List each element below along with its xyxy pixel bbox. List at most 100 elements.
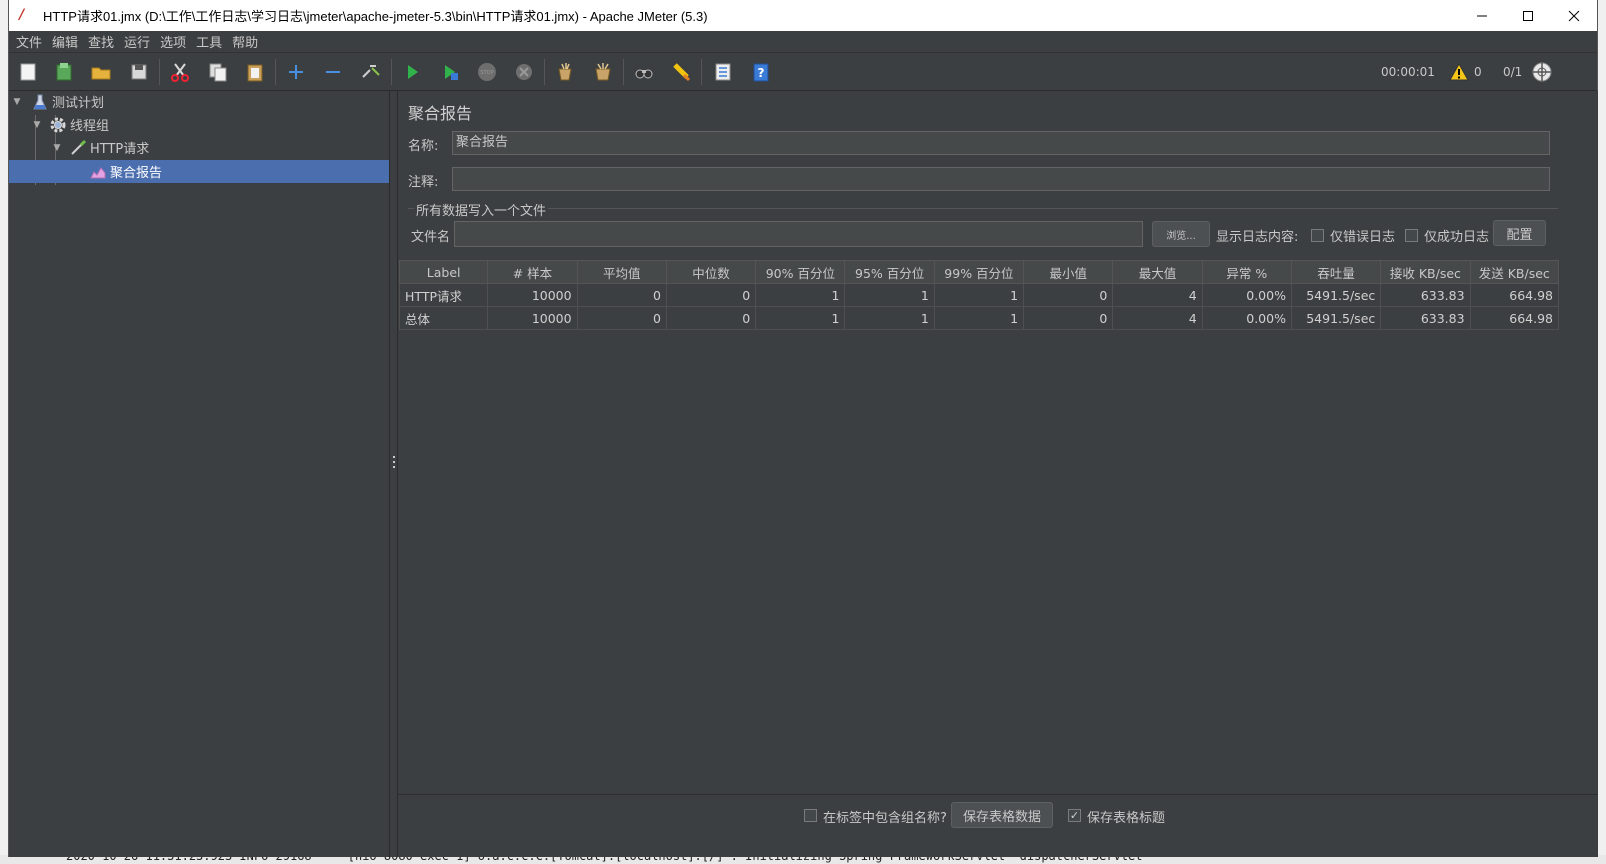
table-header-row: Label # 样本 平均值 中位数 90% 百分位 95% 百分位 99% 百分位 最小值最… (398, 260, 1560, 284)
aggregate-report-panel: 聚合报告 名称: 聚合报告 注释: 所有数据写入一个文件 文件名 浏览... 显… (398, 91, 1598, 857)
name-input[interactable]: 聚合报告 (452, 131, 1550, 155)
open-icon (91, 67, 111, 80)
column-header[interactable]: 90% 百分位 (755, 260, 846, 284)
save-table-header-checkbox[interactable]: ✓ (1068, 809, 1081, 822)
include-group-name-checkbox[interactable] (804, 809, 817, 822)
minimize-button[interactable] (1459, 0, 1505, 31)
success-only-checkbox[interactable] (1405, 229, 1418, 242)
menu-help[interactable]: 帮助 (227, 32, 263, 51)
column-header[interactable]: 发送 KB/sec (1469, 260, 1560, 284)
start-no-pauses-button[interactable] (437, 59, 463, 85)
chevron-down-icon[interactable]: ▼ (51, 142, 63, 154)
close-button[interactable] (1551, 0, 1597, 31)
errors-only-checkbox[interactable] (1311, 229, 1324, 242)
success-only-label: 仅成功日志 (1424, 230, 1490, 245)
menu-options[interactable]: 选项 (155, 32, 191, 51)
column-header[interactable]: # 样本 (487, 260, 578, 284)
tree-item-http-request[interactable]: ▼ HTTP请求 (51, 136, 389, 159)
browse-button[interactable]: 浏览... (1152, 221, 1210, 247)
menu-file[interactable]: 文件 (11, 32, 47, 51)
save-button[interactable] (126, 59, 152, 85)
table-cell: 10000 (487, 306, 578, 330)
open-button[interactable] (88, 59, 114, 85)
column-header[interactable]: 平均值 (576, 260, 667, 284)
checkmark-icon: ✓ (1069, 809, 1080, 822)
filename-input[interactable] (454, 221, 1143, 247)
table-row[interactable]: 总体 10000 0 0 1 1 1 0 4 0.00% 5491.5/sec 633.83 664.9… (398, 306, 1560, 330)
cut-button[interactable] (167, 59, 193, 85)
test-plan-tree: ▼ 测试计划 ▼ 线程组 ▼ HTTP请求 聚合报告 (9, 91, 389, 857)
menu-edit[interactable]: 编辑 (47, 32, 83, 51)
function-helper-button[interactable] (710, 59, 736, 85)
column-header[interactable]: 最大值 (1112, 260, 1203, 284)
start-icon (408, 65, 418, 79)
svg-text:STOP: STOP (480, 70, 493, 76)
paste-button[interactable] (242, 59, 268, 85)
search-icon (635, 69, 653, 79)
column-header[interactable]: 95% 百分位 (844, 260, 935, 284)
table-cell: 5491.5/sec (1290, 306, 1382, 330)
column-header[interactable]: Label (398, 260, 489, 284)
panel-splitter[interactable] (389, 91, 398, 857)
menu-run[interactable]: 运行 (119, 32, 155, 51)
comment-input[interactable] (452, 167, 1550, 191)
errors-only-label: 仅错误日志 (1330, 230, 1396, 245)
search-button[interactable] (631, 59, 657, 85)
table-cell: 0 (1023, 283, 1114, 307)
clear-all-button[interactable] (590, 59, 616, 85)
chevron-down-icon[interactable]: ▼ (11, 96, 23, 108)
warning-indicator[interactable]: 0 (1449, 53, 1482, 91)
chevron-down-icon[interactable]: ▼ (31, 119, 43, 131)
copy-button[interactable] (205, 59, 231, 85)
menu-search[interactable]: 查找 (83, 32, 119, 51)
templates-button[interactable] (51, 59, 77, 85)
configure-button[interactable]: 配置 (1493, 220, 1546, 246)
column-header[interactable]: 异常 % (1201, 260, 1292, 284)
tree-item-test-plan[interactable]: ▼ 测试计划 (11, 90, 389, 113)
table-cell: 4 (1112, 283, 1203, 307)
column-header[interactable]: 接收 KB/sec (1380, 260, 1471, 284)
maximize-button[interactable] (1505, 0, 1551, 31)
start-button[interactable] (399, 59, 425, 85)
clear-all-icon (595, 63, 611, 81)
remote-engine-indicator[interactable] (1531, 53, 1553, 91)
new-button[interactable] (15, 59, 41, 85)
column-header[interactable]: 最小值 (1023, 260, 1114, 284)
column-header[interactable]: 99% 百分位 (933, 260, 1025, 284)
collapse-icon (326, 71, 340, 73)
results-table-container: Label # 样本 平均值 中位数 90% 百分位 95% 百分位 99% 百分位 最小值最… (398, 260, 1579, 330)
reset-search-button[interactable] (668, 59, 694, 85)
tree-item-label: 线程组 (70, 119, 110, 134)
minimize-icon (1477, 15, 1487, 16)
clear-button[interactable] (552, 59, 578, 85)
tree-item-thread-group[interactable]: ▼ 线程组 (31, 113, 389, 136)
splitter-grip-icon[interactable] (393, 456, 395, 468)
table-cell: 664.98 (1469, 283, 1560, 307)
column-header[interactable]: 中位数 (665, 260, 757, 284)
help-button[interactable]: ? (748, 59, 774, 85)
tree-item-aggregate-report[interactable]: 聚合报告 (9, 160, 389, 183)
elapsed-time: 00:00:01 (1381, 65, 1435, 79)
table-cell: 1 (755, 283, 846, 307)
comment-label: 注释: (408, 175, 439, 190)
stop-button[interactable]: STOP (474, 59, 500, 85)
shutdown-button[interactable] (511, 59, 537, 85)
column-header[interactable]: 吞吐量 (1290, 260, 1382, 284)
table-row[interactable]: HTTP请求 10000 0 0 1 1 1 0 4 0.00% 5491.5/sec 633.83 6… (398, 283, 1560, 307)
table-cell: 10000 (487, 283, 578, 307)
collapse-all-button[interactable] (320, 59, 346, 85)
footer-divider (398, 794, 1598, 795)
page-title: 聚合报告 (408, 104, 473, 123)
filename-label: 文件名 (411, 230, 451, 245)
menu-tools[interactable]: 工具 (191, 32, 227, 51)
tree-item-label: 聚合报告 (110, 166, 163, 181)
save-table-header-label: 保存表格标题 (1087, 811, 1166, 826)
table-cell: 633.83 (1380, 283, 1471, 307)
table-cell: 0.00% (1201, 306, 1292, 330)
function-helper-icon (715, 63, 731, 81)
table-cell: 0 (576, 306, 667, 330)
sampler-pipette-icon (69, 139, 87, 157)
expand-all-button[interactable] (283, 59, 309, 85)
save-table-data-button[interactable]: 保存表格数据 (951, 802, 1053, 828)
toggle-button[interactable] (358, 59, 384, 85)
